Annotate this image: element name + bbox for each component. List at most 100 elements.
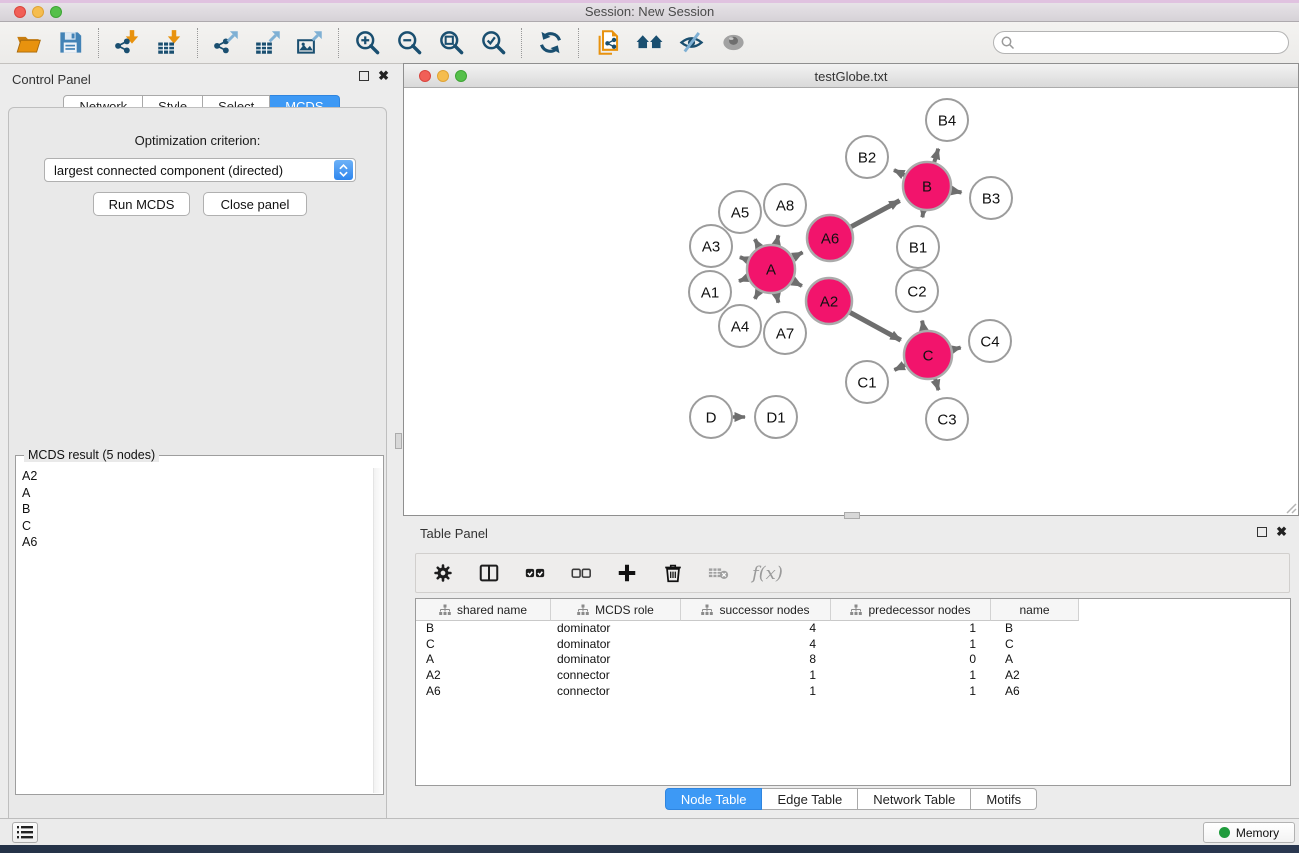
- table-row[interactable]: Bdominator41B: [416, 621, 1290, 637]
- graph-node-A7[interactable]: A7: [764, 312, 806, 354]
- zoom-fit-icon[interactable]: [435, 27, 467, 59]
- close-panel-button[interactable]: Close panel: [203, 192, 307, 216]
- table-cell[interactable]: 1: [831, 637, 991, 653]
- graph-edge-A-A1[interactable]: [739, 278, 748, 281]
- graph-edge-A6-B[interactable]: [851, 201, 900, 227]
- graph-edge-A-A7[interactable]: [776, 293, 778, 302]
- float-table-panel-icon[interactable]: [1257, 527, 1267, 537]
- column-header-MCDS-role[interactable]: MCDS role: [551, 599, 681, 621]
- graph-node-A8[interactable]: A8: [764, 184, 806, 226]
- graph-node-A5[interactable]: A5: [719, 191, 761, 233]
- table-row[interactable]: Adominator80A: [416, 652, 1290, 668]
- select-all-icon[interactable]: [522, 560, 548, 586]
- table-cell[interactable]: A2: [991, 668, 1079, 684]
- result-list-item[interactable]: B: [16, 501, 373, 518]
- graph-edge-A-A8[interactable]: [776, 235, 778, 244]
- float-panel-icon[interactable]: [359, 71, 369, 81]
- save-session-icon[interactable]: [54, 27, 86, 59]
- column-header-shared-name[interactable]: shared name: [416, 599, 551, 621]
- tab-node-table[interactable]: Node Table: [665, 788, 763, 810]
- table-cell[interactable]: 4: [681, 637, 831, 653]
- add-column-icon[interactable]: [614, 560, 640, 586]
- graph-edge-C-C4[interactable]: [952, 348, 960, 350]
- split-panel-icon[interactable]: [476, 560, 502, 586]
- result-list-item[interactable]: A2: [16, 468, 373, 485]
- table-cell[interactable]: C: [991, 637, 1079, 653]
- graph-node-A6[interactable]: A6: [807, 215, 853, 261]
- graph-edge-A-A2[interactable]: [793, 281, 802, 286]
- graph-node-C4[interactable]: C4: [969, 320, 1011, 362]
- network-overview-icon[interactable]: [591, 27, 623, 59]
- table-cell[interactable]: C: [416, 637, 551, 653]
- graph-node-C3[interactable]: C3: [926, 398, 968, 440]
- graph-edge-B-B4[interactable]: [934, 149, 938, 162]
- table-cell[interactable]: A: [416, 652, 551, 668]
- search-input[interactable]: [993, 31, 1289, 54]
- home-view-icon[interactable]: [633, 27, 665, 59]
- table-cell[interactable]: A6: [991, 684, 1079, 700]
- graph-edge-C-C2[interactable]: [922, 321, 924, 331]
- graph-edge-B-B3[interactable]: [952, 191, 962, 193]
- export-network-icon[interactable]: [210, 27, 242, 59]
- result-list-item[interactable]: A6: [16, 534, 373, 551]
- graph-node-A1[interactable]: A1: [689, 271, 731, 313]
- export-table-icon[interactable]: [252, 27, 284, 59]
- graph-node-B[interactable]: B: [903, 162, 951, 210]
- column-header-name[interactable]: name: [991, 599, 1079, 621]
- graph-node-C1[interactable]: C1: [846, 361, 888, 403]
- graph-node-A2[interactable]: A2: [806, 278, 852, 324]
- run-mcds-button[interactable]: Run MCDS: [93, 192, 190, 216]
- deselect-all-icon[interactable]: [568, 560, 594, 586]
- table-cell[interactable]: dominator: [551, 637, 681, 653]
- graph-edge-A-A4[interactable]: [755, 291, 759, 299]
- zoom-in-icon[interactable]: [351, 27, 383, 59]
- table-cell[interactable]: 1: [681, 668, 831, 684]
- hide-graphics-icon[interactable]: [675, 27, 707, 59]
- graph-node-A[interactable]: A: [747, 245, 795, 293]
- close-panel-icon[interactable]: ✖: [378, 71, 389, 81]
- refresh-icon[interactable]: [534, 27, 566, 59]
- graph-node-C[interactable]: C: [904, 331, 952, 379]
- zoom-out-icon[interactable]: [393, 27, 425, 59]
- delete-column-icon[interactable]: [660, 560, 686, 586]
- table-cell[interactable]: connector: [551, 684, 681, 700]
- table-cell[interactable]: 4: [681, 621, 831, 637]
- table-cell[interactable]: dominator: [551, 652, 681, 668]
- table-cell[interactable]: A: [991, 652, 1079, 668]
- result-list-item[interactable]: C: [16, 518, 373, 535]
- resize-grip-icon[interactable]: [1285, 502, 1297, 514]
- graph-node-C2[interactable]: C2: [896, 270, 938, 312]
- settings-icon[interactable]: [430, 560, 456, 586]
- table-row[interactable]: Cdominator41C: [416, 637, 1290, 653]
- table-cell[interactable]: 1: [831, 621, 991, 637]
- graph-edge-A-A6[interactable]: [793, 252, 803, 257]
- table-cell[interactable]: connector: [551, 668, 681, 684]
- graph-edge-C-C1[interactable]: [894, 365, 905, 370]
- graph-node-B3[interactable]: B3: [970, 177, 1012, 219]
- vertical-split-divider-handle[interactable]: [395, 433, 402, 449]
- close-table-panel-icon[interactable]: ✖: [1276, 527, 1287, 537]
- graph-node-A3[interactable]: A3: [690, 225, 732, 267]
- open-file-icon[interactable]: [12, 27, 44, 59]
- tab-edge-table[interactable]: Edge Table: [762, 788, 858, 810]
- graph-node-B1[interactable]: B1: [897, 226, 939, 268]
- table-row[interactable]: A2connector11A2: [416, 668, 1290, 684]
- horizontal-split-divider-handle[interactable]: [844, 512, 860, 519]
- table-cell[interactable]: 8: [681, 652, 831, 668]
- graph-node-A4[interactable]: A4: [719, 305, 761, 347]
- tab-network-table[interactable]: Network Table: [858, 788, 971, 810]
- table-cell[interactable]: 1: [681, 684, 831, 700]
- table-cell[interactable]: A6: [416, 684, 551, 700]
- table-cell[interactable]: B: [416, 621, 551, 637]
- graph-edge-A-A3[interactable]: [740, 257, 748, 260]
- column-header-predecessor-nodes[interactable]: predecessor nodes: [831, 599, 991, 621]
- graph-edge-B-B2[interactable]: [894, 170, 905, 175]
- memory-button[interactable]: Memory: [1203, 822, 1295, 843]
- table-cell[interactable]: 1: [831, 668, 991, 684]
- table-cell[interactable]: B: [991, 621, 1079, 637]
- result-list-item[interactable]: A: [16, 485, 373, 502]
- table-cell[interactable]: 1: [831, 684, 991, 700]
- tab-motifs[interactable]: Motifs: [971, 788, 1037, 810]
- task-history-button[interactable]: [12, 822, 38, 843]
- graph-node-D[interactable]: D: [690, 396, 732, 438]
